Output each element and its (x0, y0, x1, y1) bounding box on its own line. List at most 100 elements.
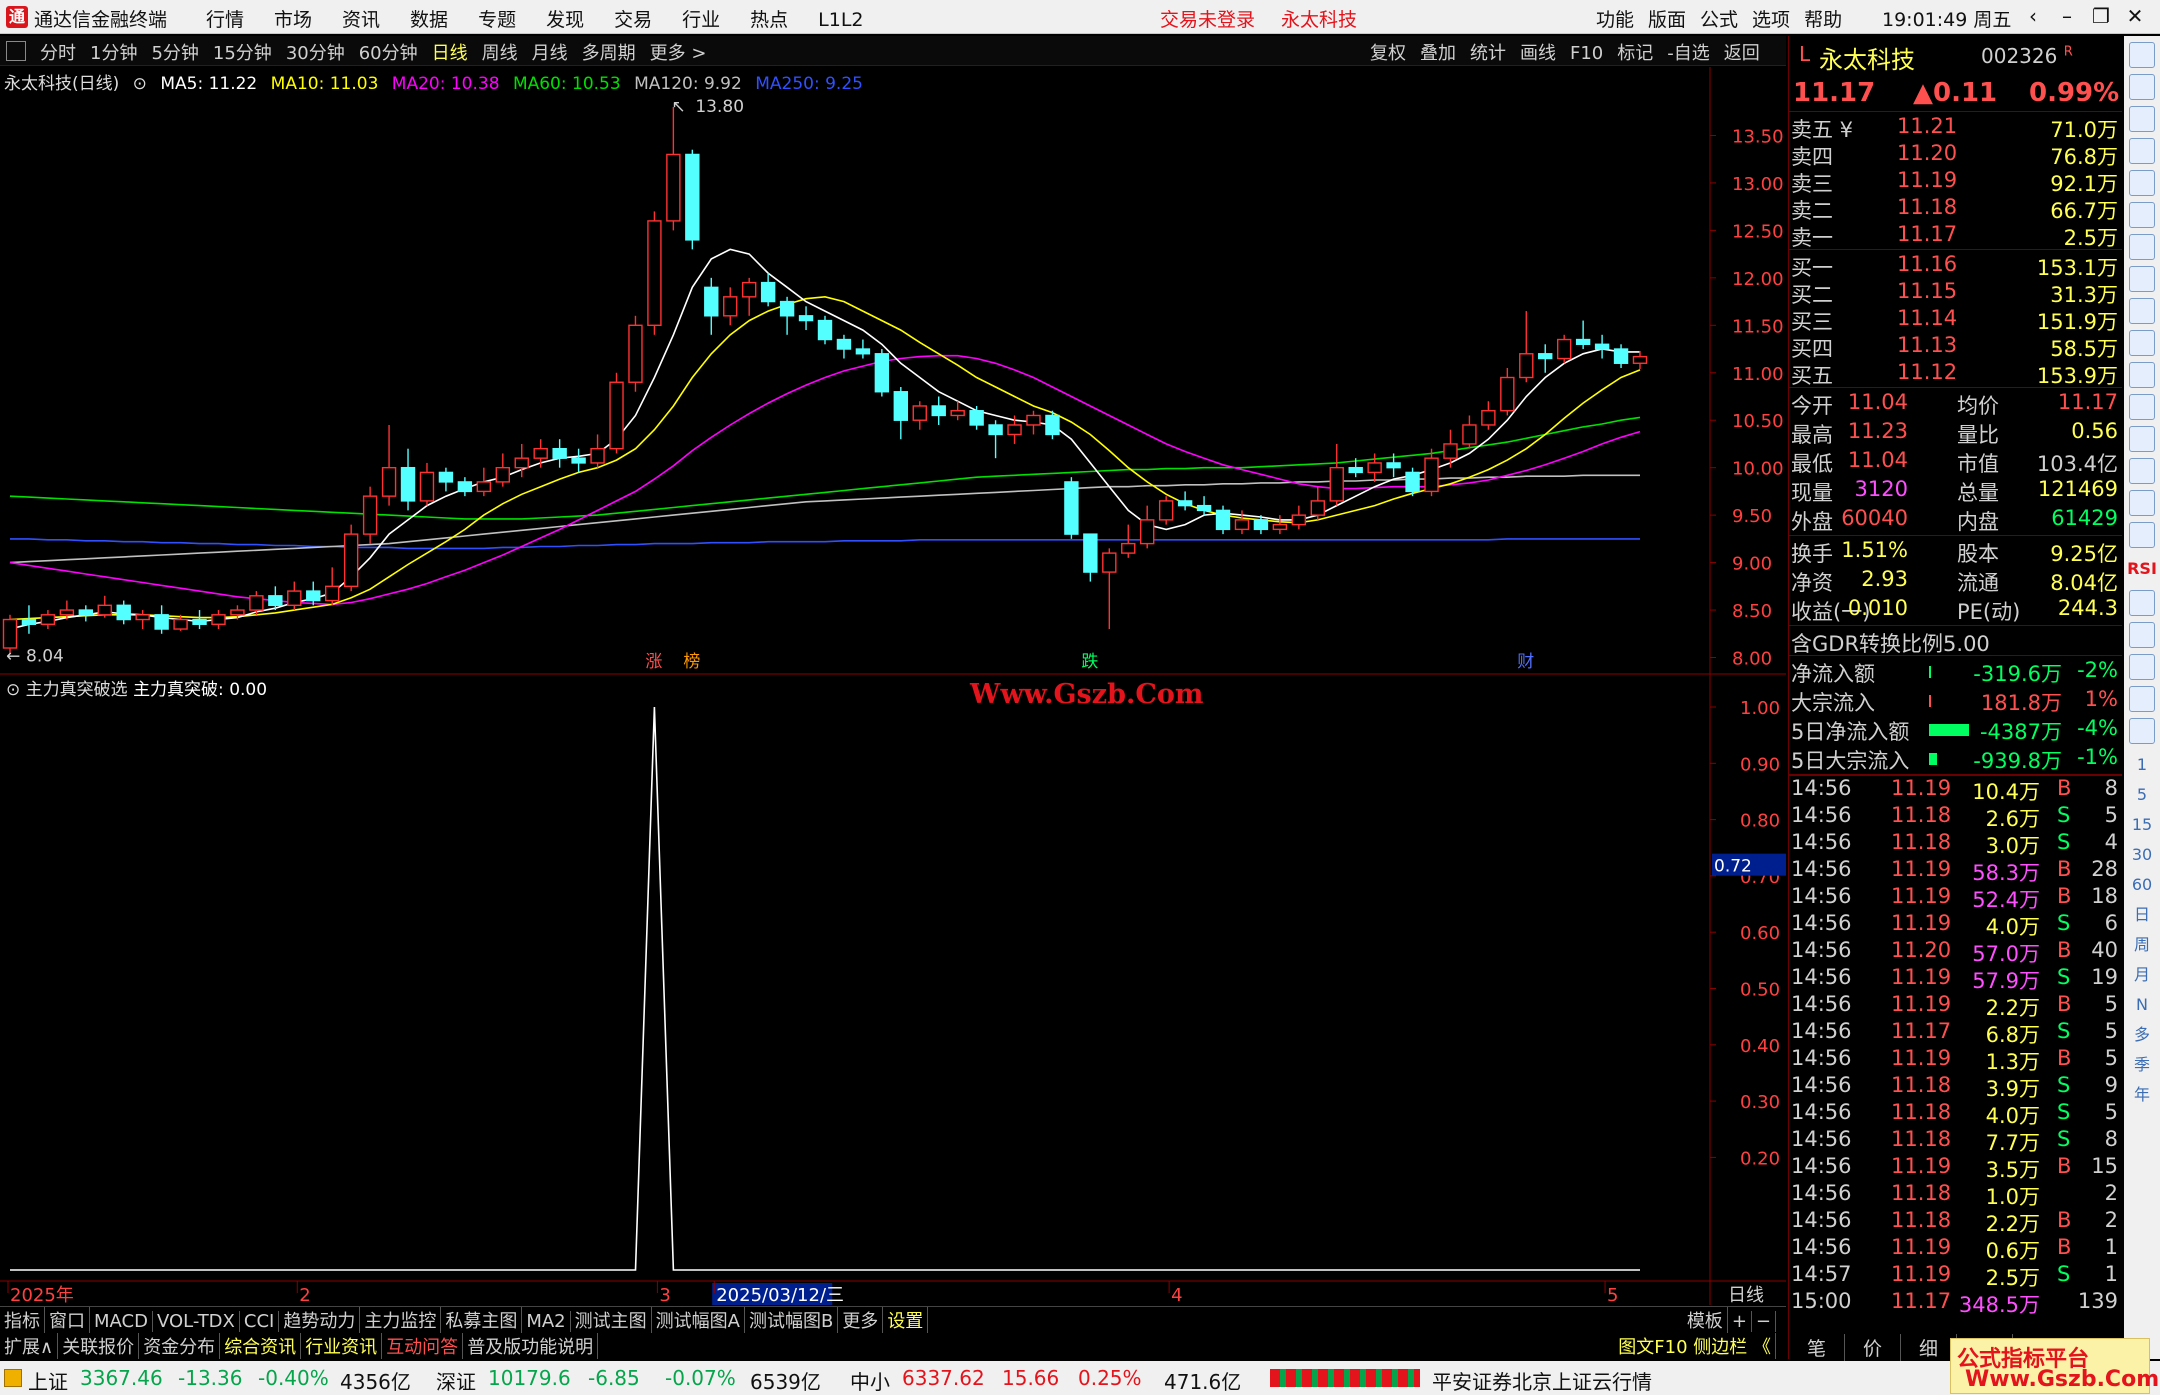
side-period-button[interactable]: 15 (2124, 810, 2160, 840)
ask-row[interactable]: 卖一 11.17 2.5万 (1789, 222, 2122, 250)
list-icon[interactable] (2129, 298, 2155, 324)
side-period-button[interactable]: 60 (2124, 870, 2160, 900)
extension-tab[interactable]: 行业资讯 (301, 1333, 383, 1359)
side-period-button[interactable]: 日 (2124, 900, 2160, 930)
extension-tab[interactable]: 综合资讯 (220, 1333, 302, 1359)
chart-area[interactable]: 13.50 13.00 12.50 12.00 11.50 11.00 10.50 10.00… (0, 67, 1786, 1357)
chart-tool-button[interactable]: 画线 (1520, 39, 1556, 65)
restore-icon[interactable]: ❐ (2084, 0, 2118, 32)
indicator-tab[interactable]: 测试幅图B (745, 1307, 839, 1333)
sh-label[interactable]: 上证 (28, 1366, 68, 1395)
bid-row[interactable]: 买二 11.15 31.3万 (1789, 279, 2122, 307)
period-tab[interactable]: 月线 (532, 39, 568, 65)
period-tab[interactable]: 30分钟 (286, 39, 345, 65)
menu-l1l2[interactable]: L1L2 (818, 9, 863, 31)
indicator-tab[interactable]: MACD (90, 1311, 153, 1332)
indicator-tab[interactable]: 趋势动力 (279, 1307, 361, 1333)
indicator-tab[interactable]: 私募主图 (441, 1307, 523, 1333)
period-tab[interactable]: 分时 (40, 39, 76, 65)
indicator-tab[interactable]: 设置 (883, 1307, 929, 1333)
menu-quotes[interactable]: 行情 (206, 5, 244, 32)
extension-tab[interactable]: 资金分布 (139, 1333, 221, 1359)
move-icon[interactable] (2129, 622, 2155, 648)
indicator-settings-icon[interactable]: ⊙ (6, 680, 20, 700)
close-icon[interactable]: ✕ (2118, 0, 2152, 32)
back-arrow-icon[interactable]: ‹ (2016, 0, 2050, 32)
minimize-icon[interactable]: – (2050, 0, 2084, 32)
side-period-button[interactable]: 30 (2124, 840, 2160, 870)
template-button[interactable]: + (1728, 1311, 1752, 1332)
template-button[interactable]: − (1752, 1311, 1776, 1332)
period-tab[interactable]: 周线 (482, 39, 518, 65)
gear-icon[interactable] (2129, 686, 2155, 712)
indicator-tab[interactable]: 更多 (838, 1307, 884, 1333)
chart-tool-button[interactable]: F10 (1570, 43, 1603, 64)
period-tab[interactable]: 5分钟 (151, 39, 198, 65)
menu-discover[interactable]: 发现 (546, 5, 584, 32)
menu-trade[interactable]: 交易 (614, 5, 652, 32)
event-mark[interactable]: 财 (1517, 652, 1534, 672)
down-arrow-icon[interactable] (2129, 106, 2155, 132)
quote-tab[interactable]: 笔 (1789, 1334, 1845, 1361)
template-button[interactable]: 模板 (1683, 1307, 1728, 1333)
bid-row[interactable]: 买三 11.14 151.9万 (1789, 306, 2122, 334)
menu-layout[interactable]: 版面 (1648, 5, 1686, 32)
menu-help[interactable]: 帮助 (1804, 5, 1842, 32)
ask-row[interactable]: 卖三 11.19 92.1万 (1789, 168, 2122, 196)
status-menu-icon[interactable] (4, 1369, 22, 1387)
chart-tool-button[interactable]: 返回 (1724, 39, 1760, 65)
indicator-tab[interactable]: 主力监控 (360, 1307, 442, 1333)
extension-tab[interactable]: 关联报价 (58, 1333, 140, 1359)
side-period-button[interactable]: 周 (2124, 930, 2160, 960)
event-mark[interactable]: 跌 (1081, 652, 1098, 672)
side-period-button[interactable]: 季 (2124, 1050, 2160, 1080)
side-period-button[interactable]: N (2124, 990, 2160, 1020)
up-arrow-icon[interactable] (2129, 74, 2155, 100)
bid-row[interactable]: 买五 11.12 153.9万 (1789, 360, 2122, 388)
stock-name[interactable]: 永太科技 (1819, 40, 1915, 75)
chart-tool-button[interactable]: 标记 (1617, 39, 1653, 65)
indicator-tab[interactable]: 窗口 (45, 1307, 90, 1333)
star-icon[interactable] (2129, 590, 2155, 616)
menu-news[interactable]: 资讯 (342, 5, 380, 32)
period-tab[interactable]: 15分钟 (213, 39, 272, 65)
quote-tab[interactable]: 价 (1845, 1334, 1901, 1361)
menu-industry[interactable]: 行业 (682, 5, 720, 32)
indicator-tab[interactable]: 指标 (0, 1307, 45, 1333)
chart-tool-button[interactable]: 复权 (1370, 39, 1406, 65)
period-tab[interactable]: 1分钟 (90, 39, 137, 65)
chart-icon[interactable] (2129, 138, 2155, 164)
side-period-button[interactable]: 5 (2124, 780, 2160, 810)
bid-row[interactable]: 买四 11.13 58.5万 (1789, 333, 2122, 361)
circle-icon[interactable] (2129, 490, 2155, 516)
menu-options[interactable]: 选项 (1752, 5, 1790, 32)
gear-icon[interactable] (2129, 362, 2155, 388)
ask-row[interactable]: 卖四 11.20 76.8万 (1789, 141, 2122, 169)
side-period-button[interactable]: 1 (2124, 750, 2160, 780)
trade-login-alert[interactable]: 交易未登录 (1160, 5, 1255, 32)
chart-tool-button[interactable]: 叠加 (1420, 39, 1456, 65)
menu-market[interactable]: 市场 (274, 5, 312, 32)
tick-list[interactable]: 14:56 11.19 10.4万 B 8 14:56 11.18 2.6万 S 5 14:56 11… (1789, 775, 2122, 1317)
period-tab[interactable]: 日线 (432, 39, 468, 65)
chart-icon[interactable] (2129, 522, 2155, 548)
toolbar-grid-icon[interactable] (6, 41, 26, 61)
sz-label[interactable]: 深证 (436, 1366, 476, 1395)
event-mark[interactable]: 榜 (683, 652, 700, 672)
indicator-tab[interactable]: 测试幅图A (652, 1307, 745, 1333)
bar-chart-icon[interactable] (2129, 266, 2155, 292)
event-mark[interactable]: 涨 (645, 652, 662, 672)
flow-icon[interactable] (2129, 458, 2155, 484)
calendar-icon[interactable] (2129, 394, 2155, 420)
period-tab[interactable]: 多周期 (582, 39, 636, 65)
menu-function[interactable]: 功能 (1596, 5, 1634, 32)
side-period-button[interactable]: 多 (2124, 1020, 2160, 1050)
menu-hot[interactable]: 热点 (750, 5, 788, 32)
grid-icon[interactable] (2129, 170, 2155, 196)
period-tab[interactable]: 更多 > (650, 39, 707, 65)
period-tab[interactable]: 60分钟 (359, 39, 418, 65)
menu-data[interactable]: 数据 (410, 5, 448, 32)
rsi-button[interactable]: RSI (2124, 554, 2160, 584)
ask-row[interactable]: 卖五 ¥ 11.21 71.0万 (1789, 114, 2122, 142)
indicator-tab[interactable]: VOL-TDX (153, 1311, 240, 1332)
